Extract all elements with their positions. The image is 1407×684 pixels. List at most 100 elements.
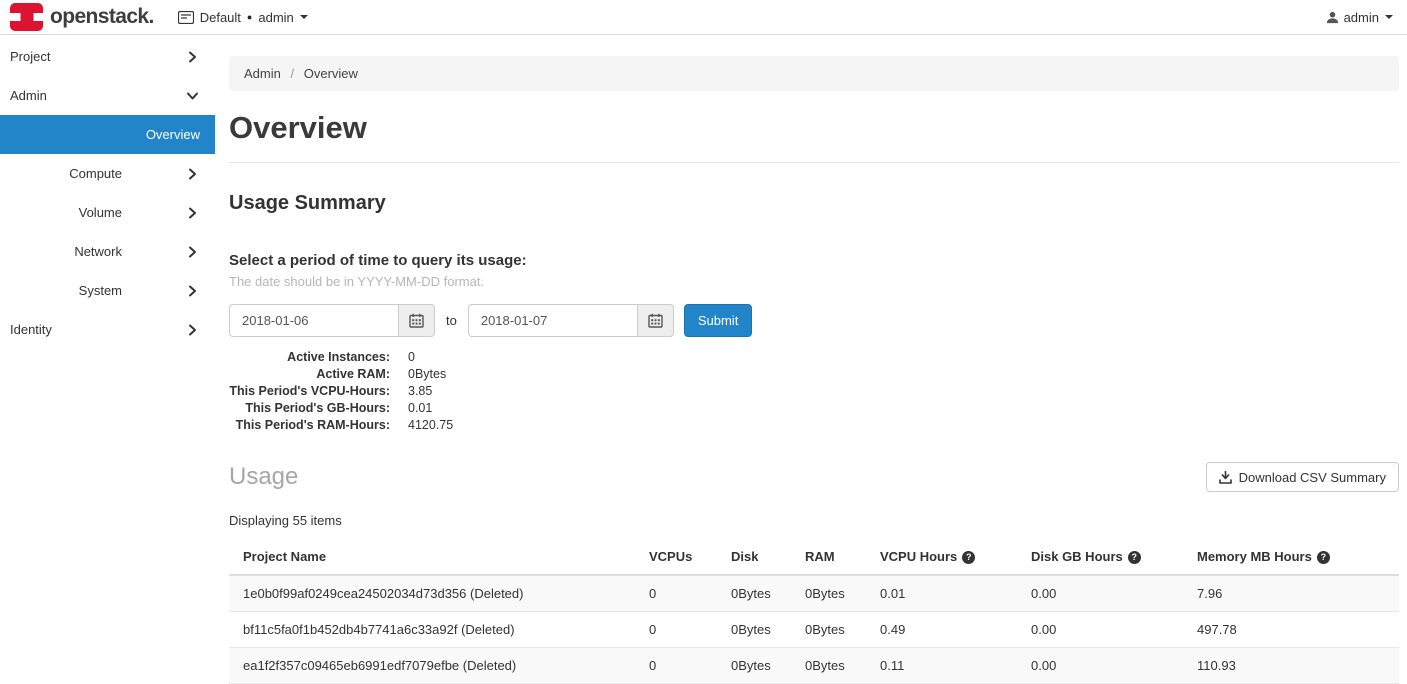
user-menu[interactable]: admin bbox=[1326, 10, 1393, 25]
sidebar-item-label: Overview bbox=[146, 127, 200, 142]
openstack-logo[interactable]: openstack. bbox=[10, 3, 154, 31]
stat-label: This Period's VCPU-Hours: bbox=[229, 383, 390, 400]
context-separator-dot: ● bbox=[247, 12, 252, 22]
chevron-right-icon bbox=[188, 245, 197, 258]
cell-memory-mb-hours: 497.78 bbox=[1189, 612, 1399, 648]
sidebar-item-label: Identity bbox=[10, 322, 52, 337]
usage-period-form: to Submit bbox=[229, 304, 1399, 337]
sidebar-item-volume[interactable]: Volume bbox=[0, 193, 215, 232]
cell-disk-gb-hours: 0.00 bbox=[1023, 612, 1189, 648]
stat-label: This Period's GB-Hours: bbox=[229, 400, 390, 417]
sidebar-item-project[interactable]: Project bbox=[0, 37, 215, 76]
stat-active-instances: Active Instances: 0 bbox=[229, 349, 1399, 366]
domain-project-switcher[interactable]: Default ● admin bbox=[178, 10, 308, 25]
user-name-label: admin bbox=[1344, 10, 1379, 25]
breadcrumb: Admin / Overview bbox=[229, 56, 1399, 91]
column-header-ram[interactable]: RAM bbox=[797, 539, 872, 575]
chevron-right-icon bbox=[188, 284, 197, 297]
cell-vcpus: 0 bbox=[641, 575, 723, 612]
sidebar-item-overview[interactable]: Overview bbox=[0, 115, 215, 154]
breadcrumb-overview: Overview bbox=[304, 66, 358, 81]
openstack-logo-icon bbox=[10, 3, 43, 31]
period-prompt: Select a period of time to query its usa… bbox=[229, 252, 1399, 269]
cell-disk: 0Bytes bbox=[723, 648, 797, 684]
stat-active-ram: Active RAM: 0Bytes bbox=[229, 366, 1399, 383]
title-divider bbox=[229, 162, 1399, 163]
domain-card-icon bbox=[178, 11, 194, 24]
cell-vcpus: 0 bbox=[641, 648, 723, 684]
stat-value: 0.01 bbox=[408, 400, 432, 417]
stat-label: This Period's RAM-Hours: bbox=[229, 417, 390, 434]
context-project-label: admin bbox=[258, 10, 293, 25]
table-row: bf11c5fa0f1b452db4b7741a6c33a92f (Delete… bbox=[229, 612, 1399, 648]
column-header-memory-mb-hours[interactable]: Memory MB Hours? bbox=[1189, 539, 1399, 575]
items-count: Displaying 55 items bbox=[229, 513, 1399, 528]
stat-value: 3.85 bbox=[408, 383, 432, 400]
stat-value: 4120.75 bbox=[408, 417, 453, 434]
context-domain-label: Default bbox=[200, 10, 241, 25]
column-header-vcpu-hours[interactable]: VCPU Hours? bbox=[872, 539, 1023, 575]
cell-disk-gb-hours: 0.00 bbox=[1023, 648, 1189, 684]
usage-table: Project Name VCPUs Disk RAM VCPU Hours? … bbox=[229, 539, 1399, 684]
column-header-project-name[interactable]: Project Name bbox=[229, 539, 641, 575]
cell-ram: 0Bytes bbox=[797, 575, 872, 612]
stat-label: Active Instances: bbox=[229, 349, 390, 366]
sidebar-item-identity[interactable]: Identity bbox=[0, 310, 215, 349]
end-date-input[interactable] bbox=[468, 304, 637, 337]
sidebar-item-compute[interactable]: Compute bbox=[0, 154, 215, 193]
top-navbar: openstack. Default ● admin admin bbox=[0, 0, 1407, 35]
help-icon[interactable]: ? bbox=[1317, 551, 1330, 564]
submit-button[interactable]: Submit bbox=[684, 304, 752, 337]
usage-summary-heading: Usage Summary bbox=[229, 192, 1399, 215]
stat-label: Active RAM: bbox=[229, 366, 390, 383]
main-content: Admin / Overview Overview Usage Summary … bbox=[215, 35, 1407, 684]
sidebar-item-system[interactable]: System bbox=[0, 271, 215, 310]
cell-project-name: bf11c5fa0f1b452db4b7741a6c33a92f (Delete… bbox=[229, 612, 641, 648]
sidebar-nav: Project Admin Overview Compute Volume bbox=[0, 35, 215, 684]
download-csv-label: Download CSV Summary bbox=[1239, 470, 1386, 485]
breadcrumb-admin[interactable]: Admin bbox=[244, 66, 281, 81]
sidebar-item-label: System bbox=[79, 283, 122, 298]
cell-disk-gb-hours: 0.00 bbox=[1023, 575, 1189, 612]
stat-value: 0Bytes bbox=[408, 366, 446, 383]
cell-disk: 0Bytes bbox=[723, 575, 797, 612]
brand-wordmark: openstack. bbox=[50, 5, 154, 29]
cell-ram: 0Bytes bbox=[797, 612, 872, 648]
chevron-right-icon bbox=[188, 206, 197, 219]
caret-down-icon bbox=[300, 15, 308, 19]
download-icon bbox=[1219, 471, 1232, 484]
usage-table-heading: Usage bbox=[229, 463, 298, 491]
cell-ram: 0Bytes bbox=[797, 648, 872, 684]
to-label: to bbox=[446, 313, 457, 328]
stat-vcpu-hours: This Period's VCPU-Hours: 3.85 bbox=[229, 383, 1399, 400]
sidebar-item-label: Compute bbox=[69, 166, 122, 181]
table-row: 1e0b0f99af0249cea24502034d73d356 (Delete… bbox=[229, 575, 1399, 612]
sidebar-item-network[interactable]: Network bbox=[0, 232, 215, 271]
caret-down-icon bbox=[1385, 15, 1393, 19]
date-format-hint: The date should be in YYYY-MM-DD format. bbox=[229, 274, 1399, 289]
sidebar-item-label: Project bbox=[10, 49, 50, 64]
page-title: Overview bbox=[229, 110, 1399, 146]
help-icon[interactable]: ? bbox=[962, 551, 975, 564]
column-header-vcpus[interactable]: VCPUs bbox=[641, 539, 723, 575]
cell-project-name: 1e0b0f99af0249cea24502034d73d356 (Delete… bbox=[229, 575, 641, 612]
chevron-right-icon bbox=[188, 167, 197, 180]
calendar-icon bbox=[648, 313, 663, 328]
start-date-picker-button[interactable] bbox=[398, 304, 435, 337]
cell-memory-mb-hours: 110.93 bbox=[1189, 648, 1399, 684]
cell-project-name: ea1f2f357c09465eb6991edf7079efbe (Delete… bbox=[229, 648, 641, 684]
help-icon[interactable]: ? bbox=[1128, 551, 1141, 564]
table-row: ea1f2f357c09465eb6991edf7079efbe (Delete… bbox=[229, 648, 1399, 684]
sidebar-item-label: Volume bbox=[79, 205, 122, 220]
column-header-disk[interactable]: Disk bbox=[723, 539, 797, 575]
download-csv-button[interactable]: Download CSV Summary bbox=[1206, 462, 1399, 492]
cell-disk: 0Bytes bbox=[723, 612, 797, 648]
chevron-right-icon bbox=[188, 323, 197, 336]
end-date-picker-button[interactable] bbox=[637, 304, 674, 337]
stat-gb-hours: This Period's GB-Hours: 0.01 bbox=[229, 400, 1399, 417]
start-date-input[interactable] bbox=[229, 304, 398, 337]
cell-vcpus: 0 bbox=[641, 612, 723, 648]
cell-vcpu-hours: 0.11 bbox=[872, 648, 1023, 684]
sidebar-item-admin[interactable]: Admin bbox=[0, 76, 215, 115]
column-header-disk-gb-hours[interactable]: Disk GB Hours? bbox=[1023, 539, 1189, 575]
